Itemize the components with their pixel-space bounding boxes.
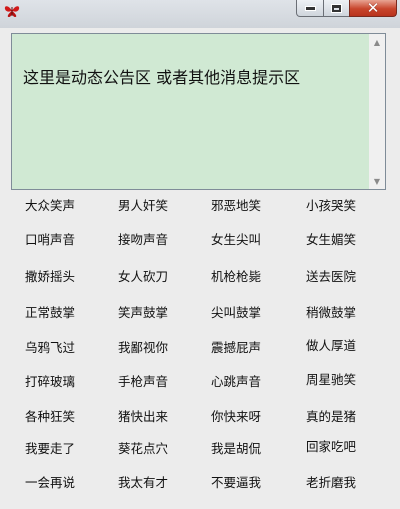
notice-text: 这里是动态公告区 或者其他消息提示区 xyxy=(23,68,301,87)
sound-button[interactable]: 各种狂笑 xyxy=(4,408,96,442)
sound-button[interactable]: 机枪枪毙 xyxy=(190,268,282,302)
notice-area[interactable]: 这里是动态公告区 或者其他消息提示区 ▲ ▼ xyxy=(11,33,386,190)
notice-content: 这里是动态公告区 或者其他消息提示区 xyxy=(12,34,370,189)
sound-button[interactable]: 女人砍刀 xyxy=(97,268,189,302)
sound-button[interactable]: 老折磨我 xyxy=(285,474,377,508)
sound-button[interactable]: 乌鸦飞过 xyxy=(4,339,96,373)
sound-button[interactable]: 正常鼓掌 xyxy=(4,304,96,338)
sound-button[interactable]: 笑声鼓掌 xyxy=(97,304,189,338)
sound-button[interactable]: 打碎玻璃 xyxy=(4,373,96,407)
sound-button[interactable]: 小孩哭笑 xyxy=(285,197,377,231)
sound-button[interactable]: 不要逼我 xyxy=(190,474,282,508)
title-bar[interactable]: ✕ xyxy=(0,0,400,28)
sound-button[interactable]: 震撼屁声 xyxy=(190,339,282,373)
sound-button[interactable]: 我太有才 xyxy=(97,474,189,508)
sound-button[interactable]: 接吻声音 xyxy=(97,231,189,265)
maximize-button[interactable] xyxy=(323,0,350,17)
notice-scrollbar[interactable]: ▲ ▼ xyxy=(369,34,385,189)
sound-button[interactable]: 猪快出来 xyxy=(97,408,189,442)
sound-button[interactable]: 口哨声音 xyxy=(4,231,96,265)
sound-button[interactable]: 回家吃吧 xyxy=(285,438,377,472)
sound-button[interactable]: 真的是猪 xyxy=(285,408,377,442)
sound-button[interactable]: 女生媚笑 xyxy=(285,231,377,265)
minimize-button[interactable] xyxy=(296,0,324,17)
sound-button[interactable]: 做人厚道 xyxy=(285,337,377,371)
sound-button[interactable]: 心跳声音 xyxy=(190,373,282,407)
sound-button[interactable]: 我要走了 xyxy=(4,440,96,474)
sound-button[interactable]: 葵花点穴 xyxy=(97,440,189,474)
minimize-icon xyxy=(304,5,316,11)
butterfly-icon xyxy=(4,6,20,17)
close-icon: ✕ xyxy=(366,0,380,17)
sound-button[interactable]: 周星驰笑 xyxy=(285,371,377,405)
sound-button[interactable]: 我是胡侃 xyxy=(190,440,282,474)
sound-button[interactable]: 你快来呀 xyxy=(190,408,282,442)
sound-button[interactable]: 一会再说 xyxy=(4,474,96,508)
sound-button[interactable]: 撒娇摇头 xyxy=(4,268,96,302)
maximize-icon xyxy=(331,3,342,13)
sound-button[interactable]: 大众笑声 xyxy=(4,197,96,231)
app-window: ✕ 这里是动态公告区 或者其他消息提示区 ▲ ▼ 大众笑声 男人奸笑 邪恶地笑 小孩哭… xyxy=(0,0,400,509)
sound-button[interactable]: 稍微鼓掌 xyxy=(285,304,377,338)
sound-button[interactable]: 邪恶地笑 xyxy=(190,197,282,231)
sound-button[interactable]: 男人奸笑 xyxy=(97,197,189,231)
close-button[interactable]: ✕ xyxy=(349,0,397,17)
scroll-down-icon[interactable]: ▼ xyxy=(369,173,385,189)
scroll-up-icon[interactable]: ▲ xyxy=(369,34,385,50)
sound-button[interactable]: 我鄙视你 xyxy=(97,339,189,373)
sound-button[interactable]: 尖叫鼓掌 xyxy=(190,304,282,338)
sound-button[interactable]: 手枪声音 xyxy=(97,373,189,407)
sound-button[interactable]: 女生尖叫 xyxy=(190,231,282,265)
sound-button[interactable]: 送去医院 xyxy=(285,268,377,302)
